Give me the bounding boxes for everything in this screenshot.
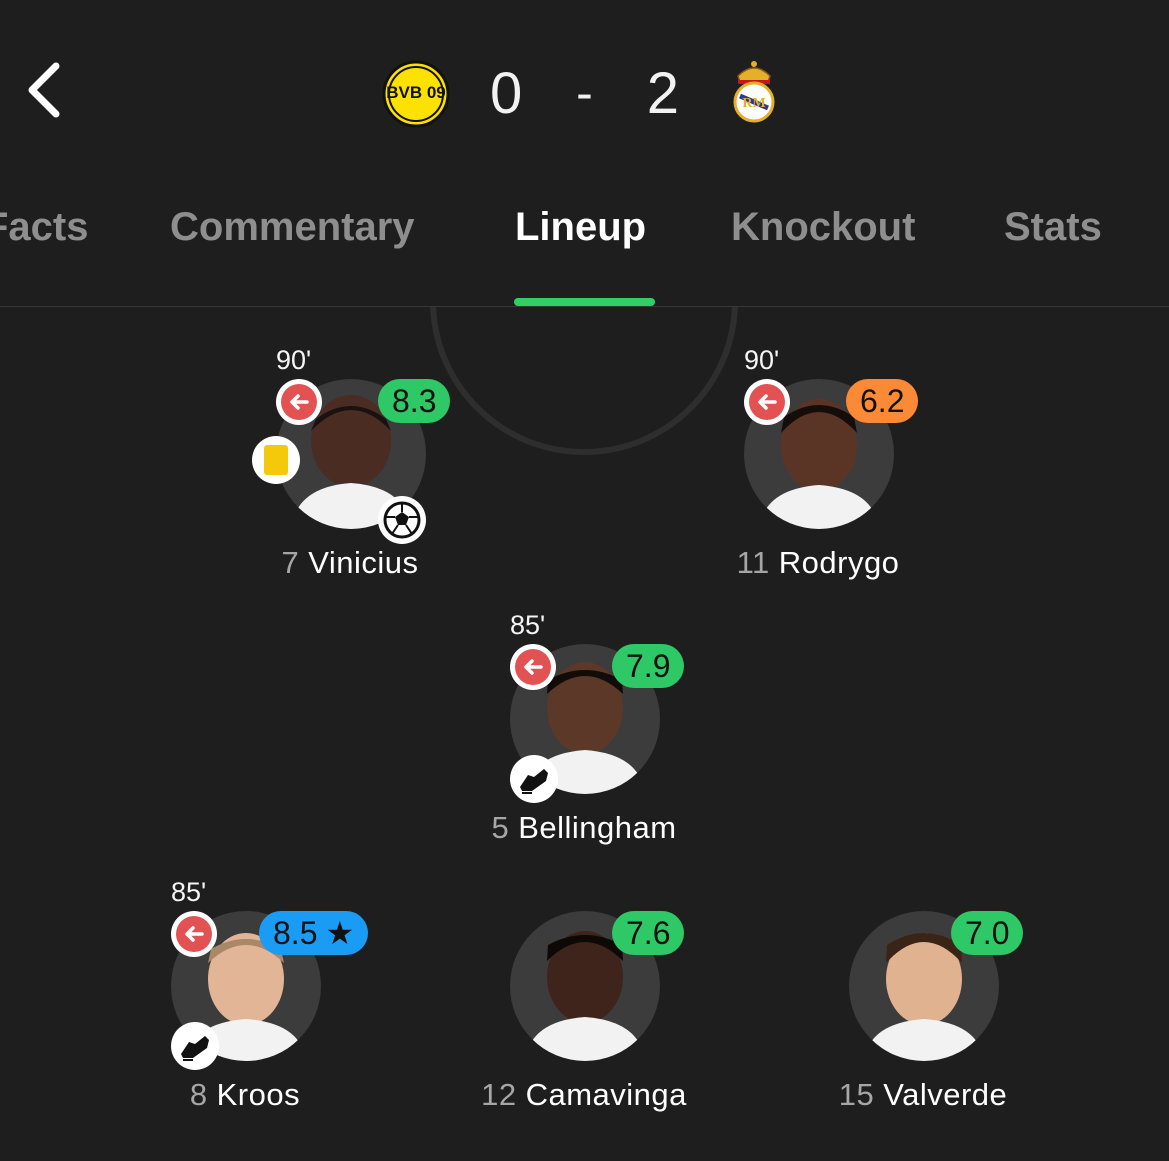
ball-icon — [378, 496, 426, 544]
sub-minute: 90' — [744, 345, 780, 375]
player-rating: 7.6 — [612, 911, 685, 955]
player-number: 15 — [838, 1077, 875, 1112]
player-number: 11 — [736, 545, 770, 580]
tab-facts[interactable]: Facts — [0, 205, 89, 250]
sub-minute: 85' — [171, 877, 207, 907]
player-name-text: Vinicius — [308, 545, 419, 580]
match-score: 0 - 2 — [490, 58, 680, 128]
substituted-off-icon — [276, 379, 322, 425]
match-header: BVB 09 0 - 2 RM Facts Commentary Lineup … — [0, 0, 1169, 307]
home-team-crest[interactable]: BVB 09 — [382, 60, 450, 128]
sub-minute: 85' — [510, 610, 546, 640]
real-madrid-crest-icon: RM — [733, 61, 775, 123]
back-button[interactable] — [22, 58, 82, 122]
player-name: 5 Bellingham — [434, 810, 734, 846]
lineup-pitch: 90' 8.3 7 Vinicius 90' 6.2 11 Rodrygo 85… — [0, 307, 1169, 1161]
tab-bar: Facts Commentary Lineup Knockout Stats — [0, 205, 1169, 265]
yellow-card-icon — [252, 436, 300, 484]
substituted-off-icon — [744, 379, 790, 425]
player-rating: 7.0 — [951, 911, 1024, 955]
player-bellingham[interactable]: 85' 7.9 5 Bellingham — [434, 610, 734, 860]
player-rating: 8.5 ★ — [259, 911, 369, 955]
player-number: 12 — [481, 1077, 517, 1112]
boot-icon — [171, 1022, 219, 1070]
player-number: 8 — [189, 1077, 208, 1112]
player-number: 7 — [281, 545, 300, 580]
active-tab-indicator — [514, 298, 655, 306]
player-name: 8 Kroos — [95, 1077, 395, 1113]
player-name: 7 Vinicius — [200, 545, 500, 581]
player-rating: 6.2 — [846, 379, 919, 423]
player-name-text: Valverde — [883, 1077, 1008, 1112]
substituted-off-icon — [510, 644, 556, 690]
player-kroos[interactable]: 85' 8.5 ★ 8 Kroos — [95, 877, 395, 1127]
bvb-crest-icon: BVB 09 — [382, 60, 450, 128]
tab-stats[interactable]: Stats — [1004, 205, 1102, 250]
boot-icon — [510, 755, 558, 803]
star-icon: ★ — [325, 915, 355, 951]
player-rating: 8.3 — [378, 379, 451, 423]
player-name: 12 Camavinga — [434, 1077, 734, 1113]
away-team-crest[interactable]: RM — [728, 58, 780, 124]
rating-value: 8.5 — [273, 915, 318, 951]
player-number: 5 — [491, 810, 510, 845]
player-name-text: Bellingham — [518, 810, 677, 845]
tab-knockout[interactable]: Knockout — [731, 205, 915, 250]
home-crest-text: BVB 09 — [386, 83, 446, 102]
chevron-left-icon — [28, 62, 60, 118]
rating-value: 7.9 — [626, 648, 671, 684]
home-score: 0 — [490, 60, 524, 126]
player-name: 11 Rodrygo — [668, 545, 968, 581]
player-valverde[interactable]: 7.0 15 Valverde — [773, 877, 1073, 1127]
player-name-text: Rodrygo — [778, 545, 900, 580]
tab-lineup[interactable]: Lineup — [515, 205, 646, 250]
away-score: 2 — [646, 60, 680, 126]
rating-value: 7.6 — [626, 915, 671, 951]
player-name-text: Camavinga — [525, 1077, 687, 1112]
score-separator: - — [576, 65, 594, 121]
player-rating: 7.9 — [612, 644, 685, 688]
rating-value: 6.2 — [860, 383, 905, 419]
player-camavinga[interactable]: 7.6 12 Camavinga — [434, 877, 734, 1127]
rating-value: 8.3 — [392, 383, 437, 419]
player-vinicius[interactable]: 90' 8.3 7 Vinicius — [200, 345, 500, 595]
player-name: 15 Valverde — [773, 1077, 1073, 1113]
player-rodrygo[interactable]: 90' 6.2 11 Rodrygo — [668, 345, 968, 595]
player-name-text: Kroos — [216, 1077, 301, 1112]
svg-text:RM: RM — [742, 96, 765, 111]
sub-minute: 90' — [276, 345, 312, 375]
rating-value: 7.0 — [965, 915, 1010, 951]
substituted-off-icon — [171, 911, 217, 957]
tab-commentary[interactable]: Commentary — [170, 205, 415, 250]
